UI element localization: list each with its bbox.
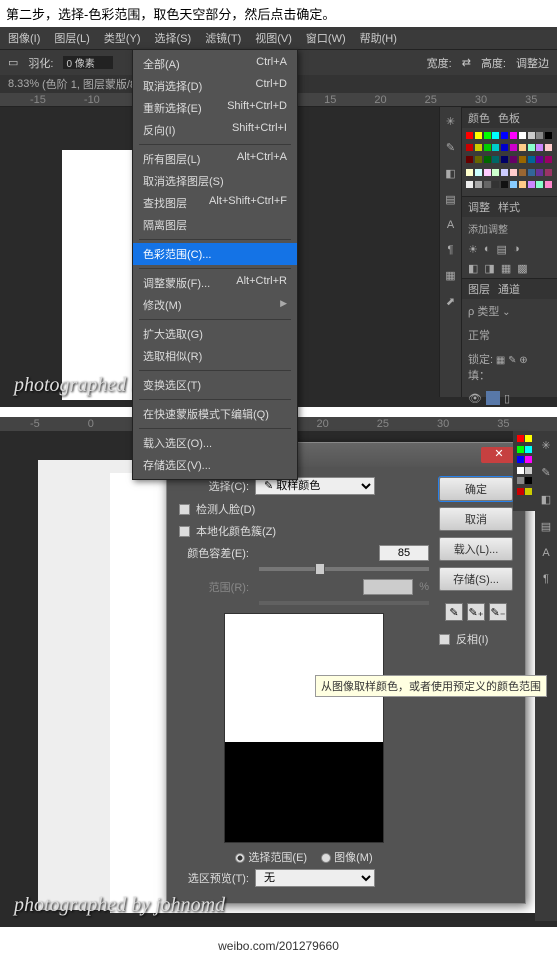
history-icon[interactable]: ▤	[445, 193, 455, 206]
refine-edge[interactable]: 调整边	[516, 55, 549, 71]
menu-filter[interactable]: 滤镜(T)	[205, 30, 241, 46]
menu-item[interactable]: 载入选区(O)...	[133, 432, 297, 454]
swatches-grid[interactable]	[462, 128, 557, 196]
fuzziness-slider[interactable]	[259, 567, 429, 571]
tab-adjust[interactable]: 调整	[468, 199, 490, 215]
menu-image[interactable]: 图像(I)	[8, 30, 40, 46]
menu-view[interactable]: 视图(V)	[255, 30, 292, 46]
selection-preview[interactable]	[224, 613, 384, 843]
tab-styles[interactable]: 样式	[498, 199, 520, 215]
ok-button[interactable]: 确定	[439, 477, 513, 501]
range-slider	[259, 601, 429, 605]
menu-type[interactable]: 类型(Y)	[104, 30, 141, 46]
detect-faces-checkbox[interactable]	[179, 504, 190, 515]
char-icon[interactable]: A	[447, 219, 454, 231]
select-menu-dropdown: 全部(A)Ctrl+A取消选择(D)Ctrl+D重新选择(E)Shift+Ctr…	[132, 49, 298, 480]
menu-item[interactable]: 取消选择图层(S)	[133, 170, 297, 192]
menu-item[interactable]: 重新选择(E)Shift+Ctrl+D	[133, 97, 297, 119]
menu-item[interactable]: 色彩范围(C)...	[133, 243, 297, 265]
menu-item[interactable]: 全部(A)Ctrl+A	[133, 53, 297, 75]
menu-item[interactable]: 在快速蒙版模式下编辑(Q)	[133, 403, 297, 425]
swatch-icon[interactable]: ✳	[446, 115, 455, 128]
load-button[interactable]: 载入(L)...	[439, 537, 513, 561]
menu-item[interactable]: 反向(I)Shift+Ctrl+I	[133, 119, 297, 141]
tooltip: 从图像取样颜色，或者使用预定义的颜色范围	[315, 675, 547, 697]
range-input	[363, 579, 413, 595]
menu-item[interactable]: 查找图层Alt+Shift+Ctrl+F	[133, 192, 297, 214]
height-label: 高度:	[481, 55, 506, 71]
swatch-icon[interactable]: ✳	[541, 439, 550, 452]
menu-bar: 图像(I) 图层(L) 类型(Y) 选择(S) 滤镜(T) 视图(V) 窗口(W…	[0, 27, 557, 49]
menu-item[interactable]: 选取相似(R)	[133, 345, 297, 367]
preview-dropdown[interactable]: 无	[255, 869, 375, 887]
watermark: photographed by johnomd	[14, 894, 225, 917]
right-icon-strip: ✳ ✎ ◧ ▤ A ¶ ▦ ⬈	[439, 107, 461, 397]
instruction-text: 第二步，选择-色彩范围，取色天空部分，然后点击确定。	[0, 0, 557, 27]
marquee-icon[interactable]: ▭	[8, 56, 18, 69]
photoshop-window-1: 图像(I) 图层(L) 类型(Y) 选择(S) 滤镜(T) 视图(V) 窗口(W…	[0, 27, 557, 407]
fuzziness-label: 颜色容差(E):	[179, 545, 249, 561]
tab-layers[interactable]: 图层	[468, 281, 490, 297]
feather-input[interactable]	[63, 56, 113, 69]
menu-layer[interactable]: 图层(L)	[54, 30, 89, 46]
menu-item[interactable]: 扩大选取(G)	[133, 323, 297, 345]
add-adjustment-label: 添加调整	[462, 217, 557, 240]
tab-channels[interactable]: 通道	[498, 281, 520, 297]
fuzziness-input[interactable]	[379, 545, 429, 561]
close-icon[interactable]: ✕	[481, 447, 517, 463]
right-panels: 颜色色板 调整样式 添加调整 ☀◐▤◑ ◧◨▦▩ 图层通道 ρ 类型 ⌄ 正常 …	[461, 107, 557, 397]
brush-icon[interactable]: ✎	[446, 141, 455, 154]
eyedropper-add-icon[interactable]: ✎₊	[467, 603, 485, 621]
menu-item[interactable]: 取消选择(D)Ctrl+D	[133, 75, 297, 97]
menu-help[interactable]: 帮助(H)	[360, 30, 397, 46]
menu-item[interactable]: 修改(M)▶	[133, 294, 297, 316]
para-icon[interactable]: ¶	[448, 244, 454, 256]
char-icon[interactable]: A	[542, 547, 549, 559]
tab-swatches[interactable]: 色板	[498, 110, 520, 126]
tab-color[interactable]: 颜色	[468, 110, 490, 126]
menu-item[interactable]: 存储选区(V)...	[133, 454, 297, 476]
select-label: 选择(C):	[179, 478, 249, 494]
menu-item[interactable]: 隔离图层	[133, 214, 297, 236]
history-icon[interactable]: ▤	[541, 520, 551, 533]
clone-icon[interactable]: ◧	[541, 493, 551, 506]
preview-label: 选区预览(T):	[179, 870, 249, 886]
photoshop-window-2: -5051015202530354045 色彩范围 ✕ 选择(C): ✎ 取样颜…	[0, 417, 557, 927]
nav-icon[interactable]: ⬈	[446, 295, 455, 308]
local-clusters-checkbox[interactable]	[179, 526, 190, 537]
menu-window[interactable]: 窗口(W)	[306, 30, 346, 46]
menu-item[interactable]: 变换选区(T)	[133, 374, 297, 396]
menu-item[interactable]: 调整蒙版(F)...Alt+Ctrl+R	[133, 272, 297, 294]
footer-credit: weibo.com/201279660	[0, 927, 557, 965]
color-range-dialog: 色彩范围 ✕ 选择(C): ✎ 取样颜色 检测人脸(D) 本地化颜色簇(Z) 颜…	[166, 442, 526, 904]
save-button[interactable]: 存储(S)...	[439, 567, 513, 591]
feather-label: 羽化:	[28, 55, 53, 71]
brush-icon[interactable]: ✎	[541, 466, 550, 479]
radio-selection[interactable]	[235, 853, 245, 863]
invert-checkbox[interactable]	[439, 634, 450, 645]
range-label: 范围(R):	[179, 579, 249, 595]
para-icon[interactable]: ¶	[543, 573, 549, 585]
eye-icon[interactable]: 👁	[468, 392, 482, 405]
radio-image[interactable]	[321, 853, 331, 863]
width-label: 宽度:	[427, 55, 452, 71]
menu-select[interactable]: 选择(S)	[155, 30, 192, 46]
eyedropper-sub-icon[interactable]: ✎₋	[489, 603, 507, 621]
layers-icon[interactable]: ▦	[445, 269, 455, 282]
cancel-button[interactable]: 取消	[439, 507, 513, 531]
clone-icon[interactable]: ◧	[445, 167, 455, 180]
menu-item[interactable]: 所有图层(L)Alt+Ctrl+A	[133, 148, 297, 170]
eyedropper-icon[interactable]: ✎	[445, 603, 463, 621]
